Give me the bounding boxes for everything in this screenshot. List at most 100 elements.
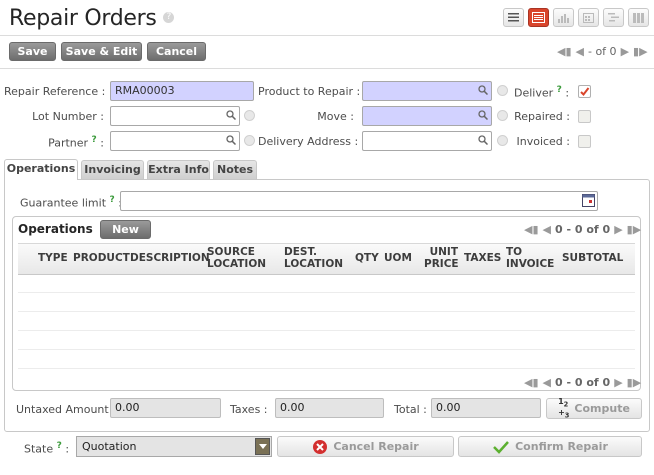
col-dest-location[interactable]: DEST. LOCATION [284,246,343,270]
help-icon[interactable]: ? [163,11,175,23]
table-row [18,349,635,350]
state-select[interactable]: Quotation [76,436,272,457]
grid-pager-bottom: ◀▮ ◀ 0 - 0 of 0 ▶ ▮▶ [524,376,641,389]
first-page-icon[interactable]: ◀▮ [524,376,539,389]
untaxed-amount-label: Untaxed Amount : [16,403,116,416]
cancel-icon [313,439,328,454]
guarantee-limit-label: Guarantee limit ? : [20,195,122,210]
list-view-icon [508,13,519,22]
next-page-icon[interactable]: ▶ [621,45,629,58]
header-divider [0,35,654,36]
col-type[interactable]: TYPE [38,252,68,264]
graph-view-button[interactable] [553,8,574,27]
prev-page-icon[interactable]: ◀ [543,223,551,236]
tab-notes[interactable]: Notes [213,160,257,179]
last-page-icon[interactable]: ▮▶ [627,376,642,389]
list-view-button[interactable] [503,8,524,27]
taxes-value: 0.00 [275,398,384,418]
operations-grid-title: Operations [18,222,93,236]
save-edit-button[interactable]: Save & Edit [61,42,142,61]
calendar-icon[interactable] [582,194,595,207]
gantt-view-button[interactable] [603,8,624,27]
pager: ◀▮ ◀ - of 0 ▶ ▮▶ [557,45,648,58]
untaxed-amount-value: 0.00 [110,398,221,418]
invoiced-checkbox[interactable] [578,135,591,148]
partner-input[interactable] [110,131,240,151]
check-icon [580,87,590,97]
guarantee-limit-input[interactable] [120,191,598,211]
chevron-down-icon[interactable] [244,110,255,121]
grid-pager-text: 0 - 0 of 0 [554,376,611,389]
kanban-view-button[interactable] [628,8,649,27]
chevron-down-icon[interactable] [497,110,508,121]
toolbar-divider [0,68,654,69]
col-description[interactable]: DESCRIPTION [130,252,210,264]
kanban-view-icon [633,12,644,23]
first-page-icon[interactable]: ◀▮ [557,45,572,58]
last-page-icon[interactable]: ▮▶ [633,45,648,58]
table-row [18,292,635,293]
col-taxes[interactable]: TAXES [464,252,501,264]
col-uom[interactable]: UOM [384,252,412,264]
calendar-view-button[interactable] [578,8,599,27]
next-page-icon[interactable]: ▶ [614,376,622,389]
chevron-down-icon[interactable] [497,85,508,96]
deliver-checkbox[interactable] [578,85,591,98]
col-unit-price[interactable]: UNIT PRICE [424,246,459,270]
col-source-location[interactable]: SOURCE LOCATION [207,246,267,270]
repaired-label: Repaired : [514,110,570,123]
repaired-checkbox[interactable] [578,110,591,123]
move-input[interactable] [362,106,492,126]
col-product[interactable]: PRODUCT [73,252,130,264]
tab-invoicing[interactable]: Invoicing [81,160,144,179]
save-button[interactable]: Save [9,42,56,61]
gantt-view-icon [608,13,619,22]
search-icon[interactable] [478,135,488,145]
prev-page-icon[interactable]: ◀ [576,45,584,58]
move-label: Move : [317,110,354,123]
table-row [18,368,635,369]
chevron-down-icon[interactable] [497,135,508,146]
tab-operations[interactable]: Operations [4,159,78,180]
lot-number-input[interactable] [110,106,240,126]
invoiced-label: Invoiced : [516,135,570,148]
grid-pager-top: ◀▮ ◀ 0 - 0 of 0 ▶ ▮▶ [524,223,641,236]
delivery-address-label: Delivery Address : [258,135,359,148]
first-page-icon[interactable]: ◀▮ [524,223,539,236]
product-to-repair-input[interactable] [362,81,492,101]
next-page-icon[interactable]: ▶ [614,223,622,236]
delivery-address-input[interactable] [362,131,492,151]
col-subtotal[interactable]: SUBTOTAL [562,252,623,264]
taxes-label: Taxes : [230,403,268,416]
table-row [18,330,635,331]
prev-page-icon[interactable]: ◀ [543,376,551,389]
confirm-repair-button[interactable]: Confirm Repair [458,436,642,457]
repair-reference-input[interactable]: RMA00003 [110,81,254,101]
form-view-button[interactable] [528,8,549,27]
calendar-view-icon [583,12,594,23]
search-icon[interactable] [478,110,488,120]
cancel-button[interactable]: Cancel [147,42,206,61]
compute-button[interactable]: 12 +3 Compute [546,397,642,419]
search-icon[interactable] [478,85,488,95]
chevron-down-icon[interactable] [244,135,255,146]
col-to-invoice[interactable]: TO INVOICE [506,246,554,270]
table-row [18,311,635,312]
deliver-label: Deliver ? : [514,85,570,100]
search-icon[interactable] [226,110,236,120]
last-page-icon[interactable]: ▮▶ [627,223,642,236]
grid-pager-text: 0 - 0 of 0 [554,223,611,236]
lot-number-label: Lot Number : [32,110,104,123]
new-line-button[interactable]: New [100,220,151,239]
pager-text: - of 0 [587,45,617,58]
tab-extra-info[interactable]: Extra Info [147,160,210,179]
total-label: Total : [394,403,427,416]
col-qty[interactable]: QTY [355,252,379,264]
product-to-repair-label: Product to Repair : [258,85,361,98]
search-icon[interactable] [226,135,236,145]
cancel-repair-button[interactable]: Cancel Repair [277,436,454,457]
partner-label: Partner ? : [48,135,104,150]
state-label: State ? : [24,441,70,456]
graph-view-icon [558,13,569,23]
chevron-down-icon[interactable] [255,438,270,455]
